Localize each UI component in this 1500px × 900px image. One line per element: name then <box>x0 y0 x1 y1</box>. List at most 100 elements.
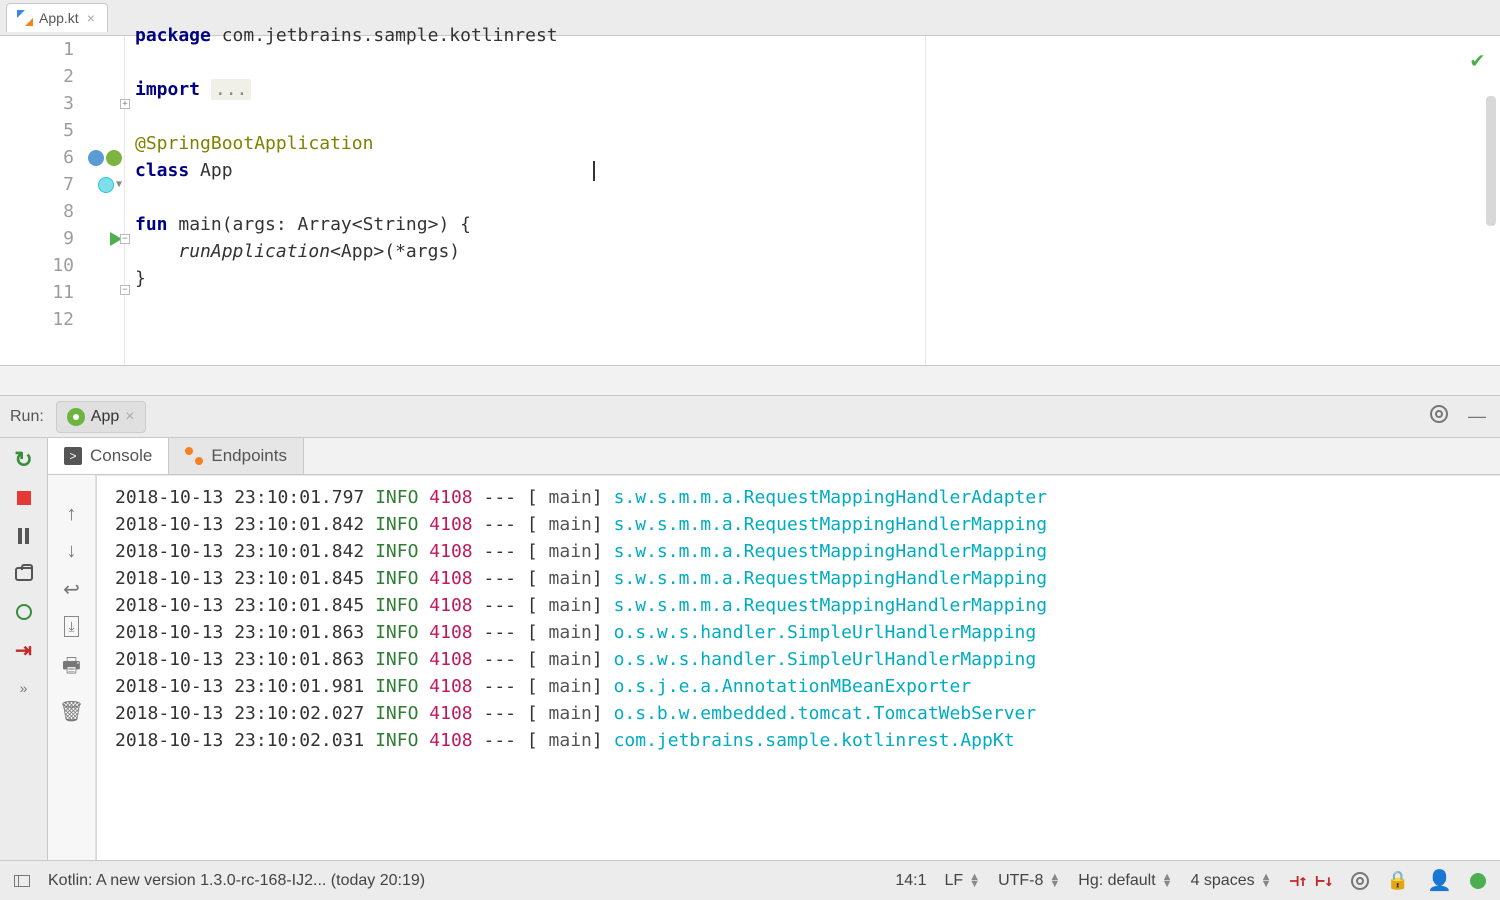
indent-setting[interactable]: 4 spaces▲▼ <box>1191 872 1272 890</box>
code-token: @SpringBootApplication <box>135 133 373 154</box>
run-tool-body: ↻ ⇥ » > Console Endpoints ↑ ↓ ↩ ⤓ 🖶 <box>0 438 1500 860</box>
gear-icon <box>1351 872 1369 890</box>
pause-button[interactable] <box>12 524 36 548</box>
close-icon[interactable]: × <box>85 10 97 26</box>
caret-position[interactable]: 14:1 <box>895 872 926 890</box>
console-output[interactable]: 2018-10-13 23:10:01.797 INFO 4108 --- [ … <box>96 475 1500 860</box>
chevron-right-icon: » <box>20 680 28 696</box>
run-inner-tabs: > Console Endpoints <box>48 438 1500 475</box>
camera-icon <box>15 567 33 581</box>
scroll-to-end-icon[interactable]: ⤓ <box>64 616 78 637</box>
tab-endpoints[interactable]: Endpoints <box>169 438 304 474</box>
run-config-label: App <box>91 408 119 426</box>
status-bar: Kotlin: A new version 1.3.0-rc-168-IJ2..… <box>0 860 1500 900</box>
tab-console[interactable]: > Console <box>48 438 169 474</box>
pause-icon <box>18 528 29 544</box>
scrollbar[interactable] <box>1486 96 1496 226</box>
console-side-rail: ↑ ↓ ↩ ⤓ 🖶 🗑 <box>48 475 96 860</box>
code-token: fun <box>135 214 168 235</box>
code-pane[interactable]: ✔ package com.jetbrains.sample.kotlinres… <box>125 36 1500 365</box>
spring-config-icon[interactable] <box>106 150 122 166</box>
lock-icon[interactable]: 🔒 <box>1387 870 1409 891</box>
encoding-label: UTF-8 <box>998 872 1043 890</box>
line-number: 11 <box>52 282 74 303</box>
spring-bean-icon[interactable] <box>88 150 104 166</box>
log-line: 2018-10-13 23:10:01.842 INFO 4108 --- [ … <box>115 538 1500 565</box>
green-dot-icon <box>1470 873 1486 889</box>
soft-wrap-icon[interactable]: ↩ <box>63 577 80 602</box>
log-line: 2018-10-13 23:10:01.845 INFO 4108 --- [ … <box>115 565 1500 592</box>
endpoints-icon <box>185 447 203 465</box>
rerun-button[interactable]: ↻ <box>12 448 36 472</box>
toggle-panels-button[interactable] <box>14 875 30 887</box>
line-number: 9 <box>63 228 74 249</box>
minimize-button[interactable]: — <box>1464 402 1490 431</box>
log-line: 2018-10-13 23:10:01.981 INFO 4108 --- [ … <box>115 673 1500 700</box>
spring-boot-icon <box>67 408 85 426</box>
line-number: 10 <box>52 255 74 276</box>
kotlin-class-icon[interactable] <box>98 177 114 193</box>
code-token <box>135 241 178 262</box>
run-left-rail: ↻ ⇥ » <box>0 438 48 860</box>
debug-button[interactable] <box>12 600 36 624</box>
chevron-down-icon[interactable]: ▼ <box>116 179 122 190</box>
console-icon: > <box>64 447 82 465</box>
line-number: 2 <box>63 66 74 87</box>
log-line: 2018-10-13 23:10:02.031 INFO 4108 --- [ … <box>115 727 1500 754</box>
line-number: 3 <box>63 93 74 114</box>
line-separator[interactable]: LF▲▼ <box>945 872 981 890</box>
stop-icon <box>17 491 31 505</box>
indent-label: 4 spaces <box>1191 872 1255 890</box>
close-icon[interactable]: × <box>125 408 134 426</box>
code-token: runApplication <box>178 241 330 262</box>
panel-icon <box>14 875 30 887</box>
status-notification[interactable]: Kotlin: A new version 1.3.0-rc-168-IJ2..… <box>48 872 425 890</box>
vcs-branch[interactable]: Hg: default▲▼ <box>1078 872 1172 890</box>
vcs-sync-icon[interactable]: ⊣↑ ⊢↓ <box>1290 871 1333 890</box>
log-line: 2018-10-13 23:10:02.027 INFO 4108 --- [ … <box>115 700 1500 727</box>
scroll-up-icon[interactable]: ↑ <box>67 503 77 526</box>
inspection-ok-icon[interactable]: ✔ <box>1471 48 1484 73</box>
settings-button[interactable] <box>1426 401 1452 432</box>
line-number: 7 <box>63 174 74 195</box>
splitter[interactable] <box>0 366 1500 396</box>
bug-icon <box>16 604 32 620</box>
clear-icon[interactable]: 🗑 <box>59 699 84 724</box>
line-number: 6 <box>63 147 74 168</box>
right-margin-line <box>925 36 926 365</box>
code-token: class <box>135 160 189 181</box>
text-caret <box>593 161 595 181</box>
run-label: Run: <box>10 408 44 426</box>
log-line: 2018-10-13 23:10:01.845 INFO 4108 --- [ … <box>115 592 1500 619</box>
scroll-down-icon[interactable]: ↓ <box>67 540 77 563</box>
code-token: package <box>135 25 211 46</box>
vcs-label: Hg: default <box>1078 872 1155 890</box>
inspector-icon[interactable]: 👤 <box>1427 868 1452 893</box>
reload-icon: ↻ <box>14 447 32 473</box>
exit-button[interactable]: ⇥ <box>12 638 36 662</box>
folded-region[interactable]: ... <box>211 79 252 100</box>
print-icon[interactable]: 🖶 <box>62 651 81 685</box>
editor: 1 2 3+ 5 6 7 ▼ 8 9 − 10 11− 12 ✔ package… <box>0 36 1500 366</box>
log-line: 2018-10-13 23:10:01.797 INFO 4108 --- [ … <box>115 484 1500 511</box>
line-separator-label: LF <box>945 872 964 890</box>
line-number: 5 <box>63 120 74 141</box>
ide-settings-icon[interactable] <box>1351 872 1369 890</box>
file-tab-app[interactable]: App.kt × <box>6 3 108 32</box>
dump-threads-button[interactable] <box>12 562 36 586</box>
log-line: 2018-10-13 23:10:01.863 INFO 4108 --- [ … <box>115 646 1500 673</box>
run-config-tab[interactable]: App × <box>56 401 146 433</box>
encoding[interactable]: UTF-8▲▼ <box>998 872 1060 890</box>
log-line: 2018-10-13 23:10:01.863 INFO 4108 --- [ … <box>115 619 1500 646</box>
process-indicator[interactable] <box>1470 873 1486 889</box>
editor-gutter[interactable]: 1 2 3+ 5 6 7 ▼ 8 9 − 10 11− 12 <box>0 36 125 365</box>
code-token: } <box>135 268 146 289</box>
stop-button[interactable] <box>12 486 36 510</box>
code-token: main(args: Array<String>) { <box>168 214 471 235</box>
line-number: 1 <box>63 39 74 60</box>
kotlin-file-icon <box>17 10 33 26</box>
exit-icon: ⇥ <box>15 638 32 663</box>
code-token: com.jetbrains.sample.kotlinrest <box>211 25 558 46</box>
code-token: import <box>135 79 200 100</box>
more-button[interactable]: » <box>12 676 36 700</box>
